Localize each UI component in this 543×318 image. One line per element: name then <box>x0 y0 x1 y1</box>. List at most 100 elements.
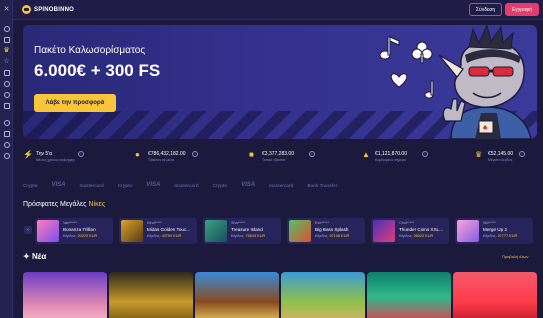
win-amount: Κέρδος: 20220 EUR <box>63 234 97 238</box>
info-icon[interactable] <box>2 129 11 138</box>
recent-wins-title: Πρόσφατες Μεγάλες Νίκες <box>23 201 105 208</box>
win-amount-prefix: Κέρδος: <box>399 234 413 238</box>
page: ✕ ♛ ☆ SPINOBINNO Σύνδεση Εγγραφή Πακέτο … <box>0 0 543 318</box>
payment-logo: Crypto <box>117 182 133 188</box>
stats-bar: ⚡ Την 5'α Μέσος χρόνος ανάληψης i ● €786… <box>23 148 537 168</box>
search-icon[interactable] <box>2 24 11 33</box>
win-user: Sid***** <box>483 221 496 225</box>
win-card[interactable]: Eve***** Big Bass Splash Κέρδος: 57108 E… <box>287 218 365 244</box>
game-tile[interactable] <box>195 272 279 318</box>
win-amount-value: 75643 EUR <box>245 234 266 238</box>
chat-icon[interactable] <box>2 151 11 160</box>
win-user: Eve***** <box>315 221 329 225</box>
info-icon[interactable]: i <box>519 151 525 157</box>
stat-value: €786,432,182.00 <box>148 151 186 157</box>
logo-icon <box>22 5 31 14</box>
win-card[interactable]: Sha***** Treasure Island Κέρδος: 75643 E… <box>203 218 281 244</box>
chip-icon[interactable] <box>2 79 11 88</box>
win-amount-value: 43790 EUR <box>161 234 182 238</box>
wins-prev-button[interactable]: ‹ <box>24 226 32 234</box>
claim-offer-button[interactable]: Λάβε την προσφορά <box>34 94 116 112</box>
view-all-link[interactable]: Προβολή όλων <box>502 254 528 259</box>
game-thumbnail <box>457 220 479 242</box>
win-game: Thunder Coins XXL... <box>399 227 443 232</box>
win-amount-prefix: Κέρδος: <box>315 234 329 238</box>
stat-label: Τζάκποτ σε μένα <box>148 158 174 162</box>
heart-icon <box>390 73 408 88</box>
register-button[interactable]: Εγγραφή <box>505 3 539 16</box>
payment-logo: Crypto <box>23 182 38 188</box>
win-game: Midas Golden Touc... <box>147 227 191 232</box>
win-card[interactable]: Kind***** Midas Golden Touc... Κέρδος: 4… <box>119 218 197 244</box>
game-tile[interactable] <box>281 272 365 318</box>
game-tile[interactable] <box>109 272 193 318</box>
cards-icon[interactable] <box>2 68 11 77</box>
payment-logo: VISA <box>146 182 161 188</box>
win-card[interactable]: Chui***** Thunder Coins XXL... Κέρδος: 2… <box>371 218 449 244</box>
new-games-row <box>23 272 537 318</box>
logo[interactable]: SPINOBINNO <box>22 5 74 14</box>
hero-subtitle: Πακέτο Καλωσορίσματος <box>34 45 146 56</box>
payment-methods-row: Crypto VISA mastercard Crypto VISA maste… <box>23 178 537 192</box>
win-user: Vari***** <box>63 221 77 225</box>
recent-wins-carousel: Vari***** Bonanza Trillion Κέρδος: 20220… <box>35 218 537 244</box>
trophy-icon[interactable] <box>2 118 11 127</box>
info-icon[interactable]: i <box>422 151 428 157</box>
win-card[interactable]: Sid***** Merge Up 2 Κέρδος: 37777 EUR <box>455 218 533 244</box>
coins-icon: ● <box>135 150 140 159</box>
stat-value: €3,377,283.00 <box>262 151 294 157</box>
game-thumbnail <box>121 220 143 242</box>
new-section-label: Νέα <box>31 252 47 261</box>
payment-logo: VISA <box>51 182 66 188</box>
payment-logo: Bank Transfer <box>307 182 338 188</box>
win-amount: Κέρδος: 75643 EUR <box>231 234 265 238</box>
info-icon[interactable]: i <box>309 151 315 157</box>
lightning-icon: ⚡ <box>23 150 33 159</box>
payment-logo: mastercard <box>79 182 104 188</box>
stat-value: €1,121,870.00 <box>375 151 407 157</box>
game-thumbnail <box>205 220 227 242</box>
close-icon[interactable]: ✕ <box>2 5 11 14</box>
payment-logo: mastercard <box>269 182 294 188</box>
logo-text: SPINOBINNO <box>34 6 75 13</box>
game-tile[interactable] <box>453 272 537 318</box>
payment-logo: Crypto <box>212 182 228 188</box>
chest-icon: ■ <box>249 150 254 159</box>
info-icon[interactable]: i <box>78 151 84 157</box>
login-button[interactable]: Σύνδεση <box>469 3 502 16</box>
dice-icon[interactable] <box>2 101 11 110</box>
stat-value: €52,145.00 <box>488 151 514 157</box>
win-amount-value: 20220 EUR <box>77 234 98 238</box>
win-card[interactable]: Vari***** Bonanza Trillion Κέρδος: 20220… <box>35 218 113 244</box>
stat-label: Μέσος χρόνος ανάληψης <box>36 158 75 162</box>
svg-text:♠: ♠ <box>482 124 488 132</box>
win-amount-prefix: Κέρδος: <box>231 234 245 238</box>
star-icon[interactable]: ☆ <box>2 57 11 66</box>
payment-logo: mastercard <box>174 182 199 188</box>
stat-label: Τοπικό τζάκποτ <box>262 158 286 162</box>
gift-icon: ▲ <box>362 150 370 159</box>
stat-label: Μέγιστο κέρδος <box>488 158 513 162</box>
game-tile[interactable] <box>23 272 107 318</box>
win-amount-prefix: Κέρδος: <box>63 234 77 238</box>
gift-icon[interactable] <box>2 35 11 44</box>
recent-wins-title-prefix: Πρόσφατες Μεγάλες <box>23 201 87 208</box>
win-amount-prefix: Κέρδος: <box>483 234 497 238</box>
hero-banner[interactable]: Πακέτο Καλωσορίσματος 6.000€ + 300 FS Λά… <box>23 25 537 139</box>
top-header: SPINOBINNO Σύνδεση Εγγραφή <box>13 0 543 20</box>
music-note-2-icon <box>424 80 434 99</box>
win-user: Kind***** <box>147 221 162 225</box>
club-icon <box>411 41 433 64</box>
win-amount-value: 57108 EUR <box>329 234 350 238</box>
info-icon[interactable]: i <box>192 151 198 157</box>
shield-icon[interactable] <box>2 90 11 99</box>
win-amount-value: 26022 EUR <box>413 234 434 238</box>
sidebar: ✕ ♛ ☆ <box>0 0 13 318</box>
game-tile[interactable] <box>367 272 451 318</box>
user-icon[interactable] <box>2 140 11 149</box>
win-amount-value: 37777 EUR <box>497 234 518 238</box>
crown-icon[interactable]: ♛ <box>2 46 11 55</box>
music-note-icon <box>379 36 400 60</box>
sparkle-icon: ✦ <box>23 252 32 261</box>
win-amount: Κέρδος: 37777 EUR <box>483 234 517 238</box>
